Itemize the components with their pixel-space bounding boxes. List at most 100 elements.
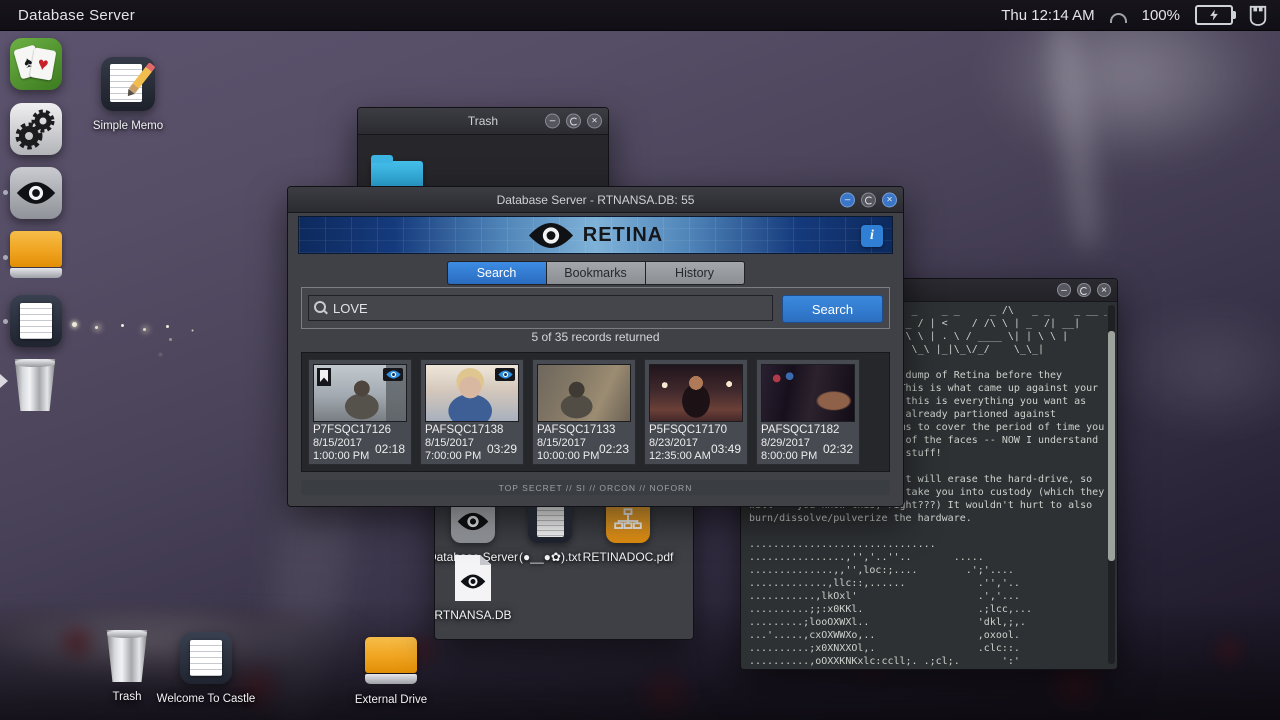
refresh-button[interactable]: [1077, 283, 1091, 297]
record-id: P5FSQC17170: [649, 424, 727, 436]
record-thumbnail: [425, 364, 519, 422]
record-thumbnail: [649, 364, 743, 422]
record-card[interactable]: P7FSQC17126 8/15/2017 1:00:00 PM 02:18: [308, 359, 412, 465]
minimize-button[interactable]: –: [1057, 283, 1071, 297]
wifi-icon: [1109, 13, 1127, 23]
file-label: RTNANSA.DB: [434, 608, 512, 622]
eye-page-icon: [455, 555, 491, 601]
search-input[interactable]: [308, 295, 773, 321]
trash-window-titlebar[interactable]: Trash – ×: [358, 108, 608, 135]
desktop-icon-welcome-to-castle[interactable]: Welcome To Castle: [157, 632, 255, 705]
record-duration: 03:49: [710, 442, 741, 456]
record-duration: 03:29: [486, 442, 517, 456]
crest-icon[interactable]: [1248, 4, 1268, 26]
close-button[interactable]: ×: [882, 192, 897, 207]
viewed-eye-icon: [383, 368, 403, 381]
running-indicator-dot: [3, 190, 8, 195]
close-button[interactable]: ×: [1097, 283, 1111, 297]
refresh-button[interactable]: [861, 192, 876, 207]
record-duration: 02:32: [822, 442, 853, 456]
pier-lights: [72, 322, 77, 327]
record-card[interactable]: PAFSQC17138 8/15/2017 7:00:00 PM 03:29: [420, 359, 524, 465]
dock-item-trash[interactable]: [10, 359, 62, 411]
dock-item-notes[interactable]: [10, 295, 62, 347]
viewed-eye-icon: [495, 368, 515, 381]
results-status: 5 of 35 records returned: [531, 330, 660, 344]
bookmark-icon[interactable]: [317, 368, 331, 386]
database-server-window: Database Server - RTNANSA.DB: 55 – × RET…: [287, 186, 904, 507]
database-window-titlebar[interactable]: Database Server - RTNANSA.DB: 55 – ×: [288, 187, 903, 213]
dock-item-card-game[interactable]: ♠ ♥: [10, 38, 62, 90]
minimize-button[interactable]: –: [545, 113, 560, 129]
playing-cards-icon: ♠ ♥: [10, 38, 62, 90]
tab-history[interactable]: History: [645, 261, 745, 285]
retina-eye-logo: [528, 222, 573, 248]
light-haze: [1110, 300, 1280, 440]
editor-scrollbar-thumb[interactable]: [1108, 331, 1115, 561]
record-card[interactable]: PAFSQC17133 8/15/2017 10:00:00 PM 02:23: [532, 359, 636, 465]
desktop: Simple Memo Trash Welcome To Castle Exte…: [0, 0, 1280, 720]
menubar-clock: Thu 12:14 AM: [1001, 6, 1095, 24]
bolt-icon: [1210, 9, 1218, 21]
eye-icon: [10, 167, 62, 219]
tab-bar: Search Bookmarks History: [446, 261, 745, 285]
record-thumbnail: [537, 364, 631, 422]
record-card[interactable]: P5FSQC17170 8/23/2017 12:35:00 AM 03:49: [644, 359, 748, 465]
desktop-icon-label: Simple Memo: [92, 120, 164, 132]
gears-icon: [10, 103, 62, 155]
refresh-button[interactable]: [566, 113, 581, 129]
record-duration: 02:18: [374, 442, 405, 456]
refresh-icon: [569, 117, 578, 126]
record-id: PAFSQC17133: [537, 424, 616, 436]
minimize-button[interactable]: –: [840, 192, 855, 207]
desktop-icon-label: Welcome To Castle: [156, 693, 256, 705]
metal-cup-icon: [14, 359, 56, 411]
window-title: Database Server - RTNANSA.DB: 55: [496, 192, 695, 207]
active-app-name[interactable]: Database Server: [18, 7, 135, 24]
file-item-rtnansa-db[interactable]: RTNANSA.DB: [434, 555, 521, 622]
refresh-icon: [1080, 287, 1088, 295]
search-button[interactable]: Search: [782, 295, 883, 323]
banner-title: RETINA: [582, 223, 664, 246]
lined-paper-icon: [10, 295, 62, 347]
desktop-icon-label: External Drive: [354, 694, 428, 706]
records-panel: P7FSQC17126 8/15/2017 1:00:00 PM 02:18 P…: [301, 352, 890, 472]
menubar: Database Server Thu 12:14 AM 100%: [0, 0, 1280, 31]
dock-expand-arrow-icon[interactable]: [0, 374, 8, 388]
desktop-icon-label: Trash: [112, 691, 142, 703]
running-indicator-dot: [3, 255, 8, 260]
file-label: RETINADOC.pdf: [582, 550, 674, 564]
close-button[interactable]: ×: [587, 113, 602, 129]
record-id: PAFSQC17138: [425, 424, 504, 436]
record-thumbnail: [313, 364, 407, 422]
lined-paper-icon: [180, 632, 232, 684]
running-indicator-dot: [3, 319, 8, 324]
record-id: PAFSQC17182: [761, 424, 840, 436]
trash-cup-icon: [106, 630, 148, 682]
dock-item-settings[interactable]: [10, 103, 62, 155]
window-title: Trash: [467, 114, 499, 128]
dock-item-database-server[interactable]: [10, 167, 62, 219]
record-thumbnail: [761, 364, 855, 422]
file-item-retinadoc-pdf[interactable]: RETINADOC.pdf: [580, 499, 676, 564]
file-label: (●__●✿).txt: [519, 550, 581, 564]
battery-percent: 100%: [1141, 6, 1180, 24]
record-id: P7FSQC17126: [313, 424, 391, 436]
battery-charging-icon: [1195, 5, 1236, 25]
tab-bookmarks[interactable]: Bookmarks: [546, 261, 646, 285]
tab-search[interactable]: Search: [446, 261, 547, 285]
record-duration: 02:23: [598, 442, 629, 456]
external-drive-icon: [365, 637, 417, 685]
search-icon: [314, 301, 326, 313]
classification-banner: TOP SECRET // SI // ORCON // NOFORN: [301, 480, 890, 495]
record-card[interactable]: PAFSQC17182 8/29/2017 8:00:00 PM 02:32: [756, 359, 860, 465]
retina-banner: RETINA i: [298, 216, 893, 254]
dock-item-external-drive[interactable]: [10, 231, 62, 283]
desktop-icon-external-drive[interactable]: External Drive: [354, 637, 428, 706]
refresh-icon: [864, 196, 873, 204]
info-button[interactable]: i: [861, 225, 883, 247]
orange-drive-icon: [10, 231, 62, 279]
memo-icon: [101, 57, 156, 111]
desktop-icon-trash[interactable]: Trash: [94, 630, 160, 703]
desktop-icon-simple-memo[interactable]: Simple Memo: [93, 57, 163, 132]
